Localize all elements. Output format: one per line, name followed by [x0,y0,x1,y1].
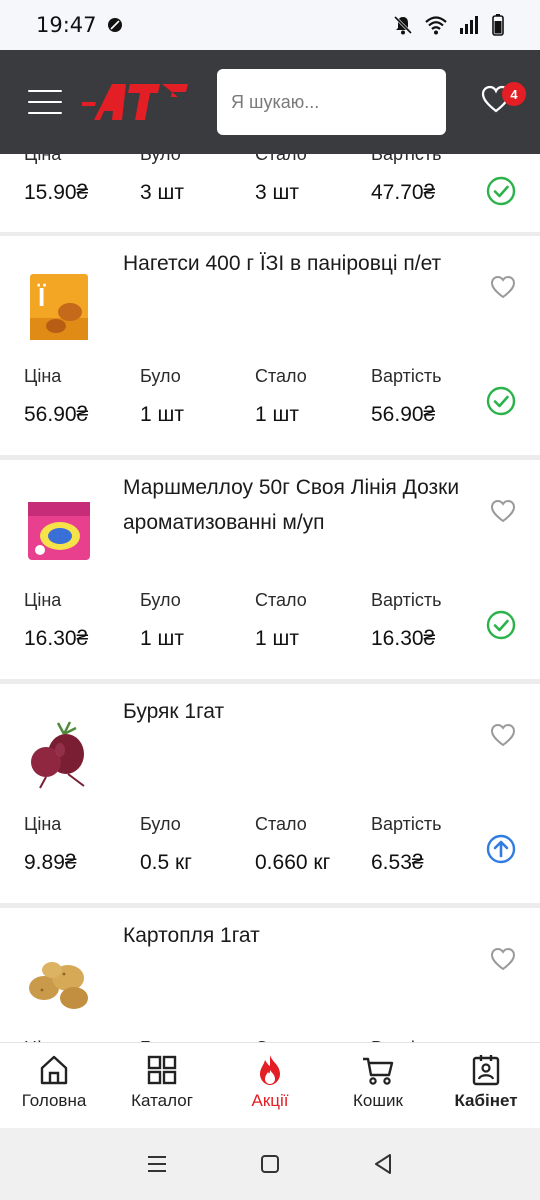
total-value: 16.30₴ [371,627,436,650]
total-value: 6.53₴ [371,851,424,874]
product-name[interactable]: Буряк 1гат [123,694,473,729]
was-label: Було [140,814,181,834]
nav-cart-label: Кошик [353,1091,403,1110]
app-screen: 19:47 4 [0,0,540,1200]
now-value: 3 шт [255,181,299,204]
catalog-icon [147,1055,177,1085]
svg-text:Ї: Ї [37,282,46,312]
list-item[interactable]: Картопля 1гат Ціна Було Стало Вартість [0,908,540,1042]
total-label: Вартість [371,154,442,164]
arrow-up-circle-icon [486,834,516,864]
price-value: 56.90₴ [24,403,89,426]
heart-outline-icon[interactable] [489,498,517,524]
total-value: 47.70₴ [371,181,436,204]
now-value: 1 шт [255,627,299,650]
battery-icon [492,14,504,36]
was-label: Було [140,590,181,610]
price-value: 9.89₴ [24,851,77,874]
recent-apps-button[interactable] [142,1149,172,1179]
now-label: Стало [255,366,307,386]
nav-catalog[interactable]: Каталог [108,1043,216,1128]
nav-cart[interactable]: Кошик [324,1043,432,1128]
nav-home[interactable]: Головна [0,1043,108,1128]
nav-cabinet[interactable]: Кабінет [432,1043,540,1128]
home-square-icon [260,1155,279,1173]
product-name[interactable]: Маршмеллоу 50г Своя Лінія Дозки ароматиз… [123,470,473,540]
total-value: 56.90₴ [371,403,436,426]
status-time: 19:47 [36,13,97,37]
product-image-nuggets: Ї [30,274,88,340]
now-label: Стало [255,814,307,834]
order-items-list[interactable]: Ціна Було Стало Вартість 15.90₴ 3 шт 3 ш… [0,154,540,1042]
product-image-potato [29,962,88,1009]
total-label: Вартість [371,814,442,834]
price-label: Ціна [24,590,62,610]
list-item[interactable]: Буряк 1гат Ціна Було Стало Вартість 9.89… [0,684,540,903]
total-label: Вартість [371,590,442,610]
check-circle-icon [486,176,516,206]
price-label: Ціна [24,814,62,834]
favorites-button[interactable]: 4 [480,82,526,120]
now-label: Стало [255,590,307,610]
wifi-icon [425,16,447,35]
list-item: Ціна Було Стало Вартість 15.90₴ 3 шт 3 ш… [0,154,540,232]
was-label: Було [140,366,181,386]
now-value: 1 шт [255,403,299,426]
total-label: Вартість [371,366,442,386]
cabinet-icon [472,1055,500,1086]
atb-logo[interactable] [82,80,190,124]
bottom-navigation: Головна Каталог Акції Кошик Кабінет [0,1042,540,1128]
nav-catalog-label: Каталог [131,1091,193,1110]
favorites-badge: 4 [502,82,526,106]
home-icon [40,1055,68,1085]
home-system-button[interactable] [255,1149,285,1179]
status-bar: 19:47 [0,0,540,50]
app-header: 4 [0,50,540,154]
flame-icon [260,1055,280,1085]
cart-icon [363,1057,394,1085]
was-value: 3 шт [140,181,184,204]
search-box[interactable] [217,69,463,135]
nav-cabinet-label: Кабінет [454,1091,518,1110]
check-circle-icon [486,610,516,640]
product-image-marshmallow [28,502,90,560]
product-name[interactable]: Картопля 1гат [123,918,473,953]
mute-bell-icon [393,15,413,35]
price-label: Ціна [24,366,62,386]
nav-promotions-label: Акції [251,1091,289,1110]
now-value: 0.660 кг [255,851,331,874]
heart-outline-icon[interactable] [489,946,517,972]
nav-home-label: Головна [21,1091,87,1110]
price-value: 16.30₴ [24,627,89,650]
was-value: 1 шт [140,627,184,650]
system-navigation [0,1128,540,1200]
search-input[interactable] [231,91,463,113]
data-saver-icon [107,18,122,32]
recent-apps-icon [147,1156,166,1172]
was-value: 0.5 кг [140,851,192,874]
back-triangle-icon [375,1154,392,1174]
product-image-beet [31,721,85,789]
nav-promotions[interactable]: Акції [216,1043,324,1128]
list-item[interactable]: Маршмеллоу 50г Своя Лінія Дозки ароматиз… [0,460,540,679]
heart-outline-icon[interactable] [489,722,517,748]
signal-icon [460,16,478,34]
now-label: Стало [255,154,307,164]
price-value: 15.90₴ [24,181,89,204]
product-name[interactable]: Нагетси 400 г ЇЗІ в паніровці п/ет [123,246,473,281]
list-item[interactable]: Ї Нагетси 400 г ЇЗІ в паніровці п/ет Цін… [0,236,540,455]
was-value: 1 шт [140,403,184,426]
was-label: Було [140,154,181,164]
menu-icon[interactable] [28,90,62,114]
back-button[interactable] [368,1149,398,1179]
heart-outline-icon[interactable] [489,274,517,300]
check-circle-icon [486,386,516,416]
price-label: Ціна [24,154,62,164]
